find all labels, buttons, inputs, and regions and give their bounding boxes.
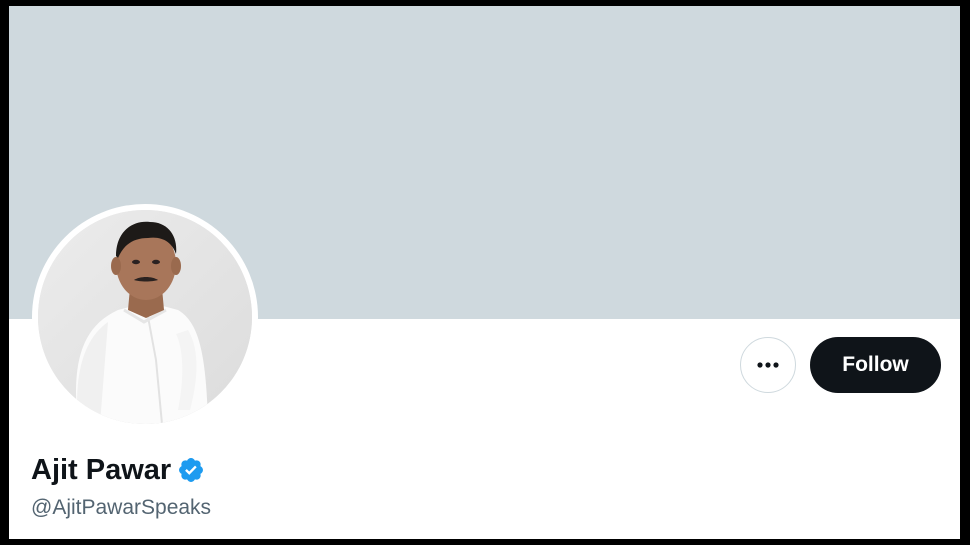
profile-card: Follow Ajit Pawar @AjitPawarSpeaks bbox=[9, 6, 960, 539]
screenshot-frame: Follow Ajit Pawar @AjitPawarSpeaks bbox=[0, 0, 970, 545]
verified-badge-icon[interactable] bbox=[177, 456, 205, 484]
more-options-button[interactable] bbox=[740, 337, 796, 393]
more-horizontal-icon bbox=[757, 362, 779, 368]
avatar-ring bbox=[32, 204, 258, 430]
follow-button[interactable]: Follow bbox=[810, 337, 941, 393]
avatar[interactable] bbox=[38, 210, 252, 424]
follow-button-label: Follow bbox=[842, 353, 909, 376]
avatar-photo bbox=[38, 210, 252, 424]
profile-name-row: Ajit Pawar bbox=[31, 452, 205, 488]
display-name: Ajit Pawar bbox=[31, 454, 172, 486]
profile-handle: @AjitPawarSpeaks bbox=[31, 496, 212, 519]
